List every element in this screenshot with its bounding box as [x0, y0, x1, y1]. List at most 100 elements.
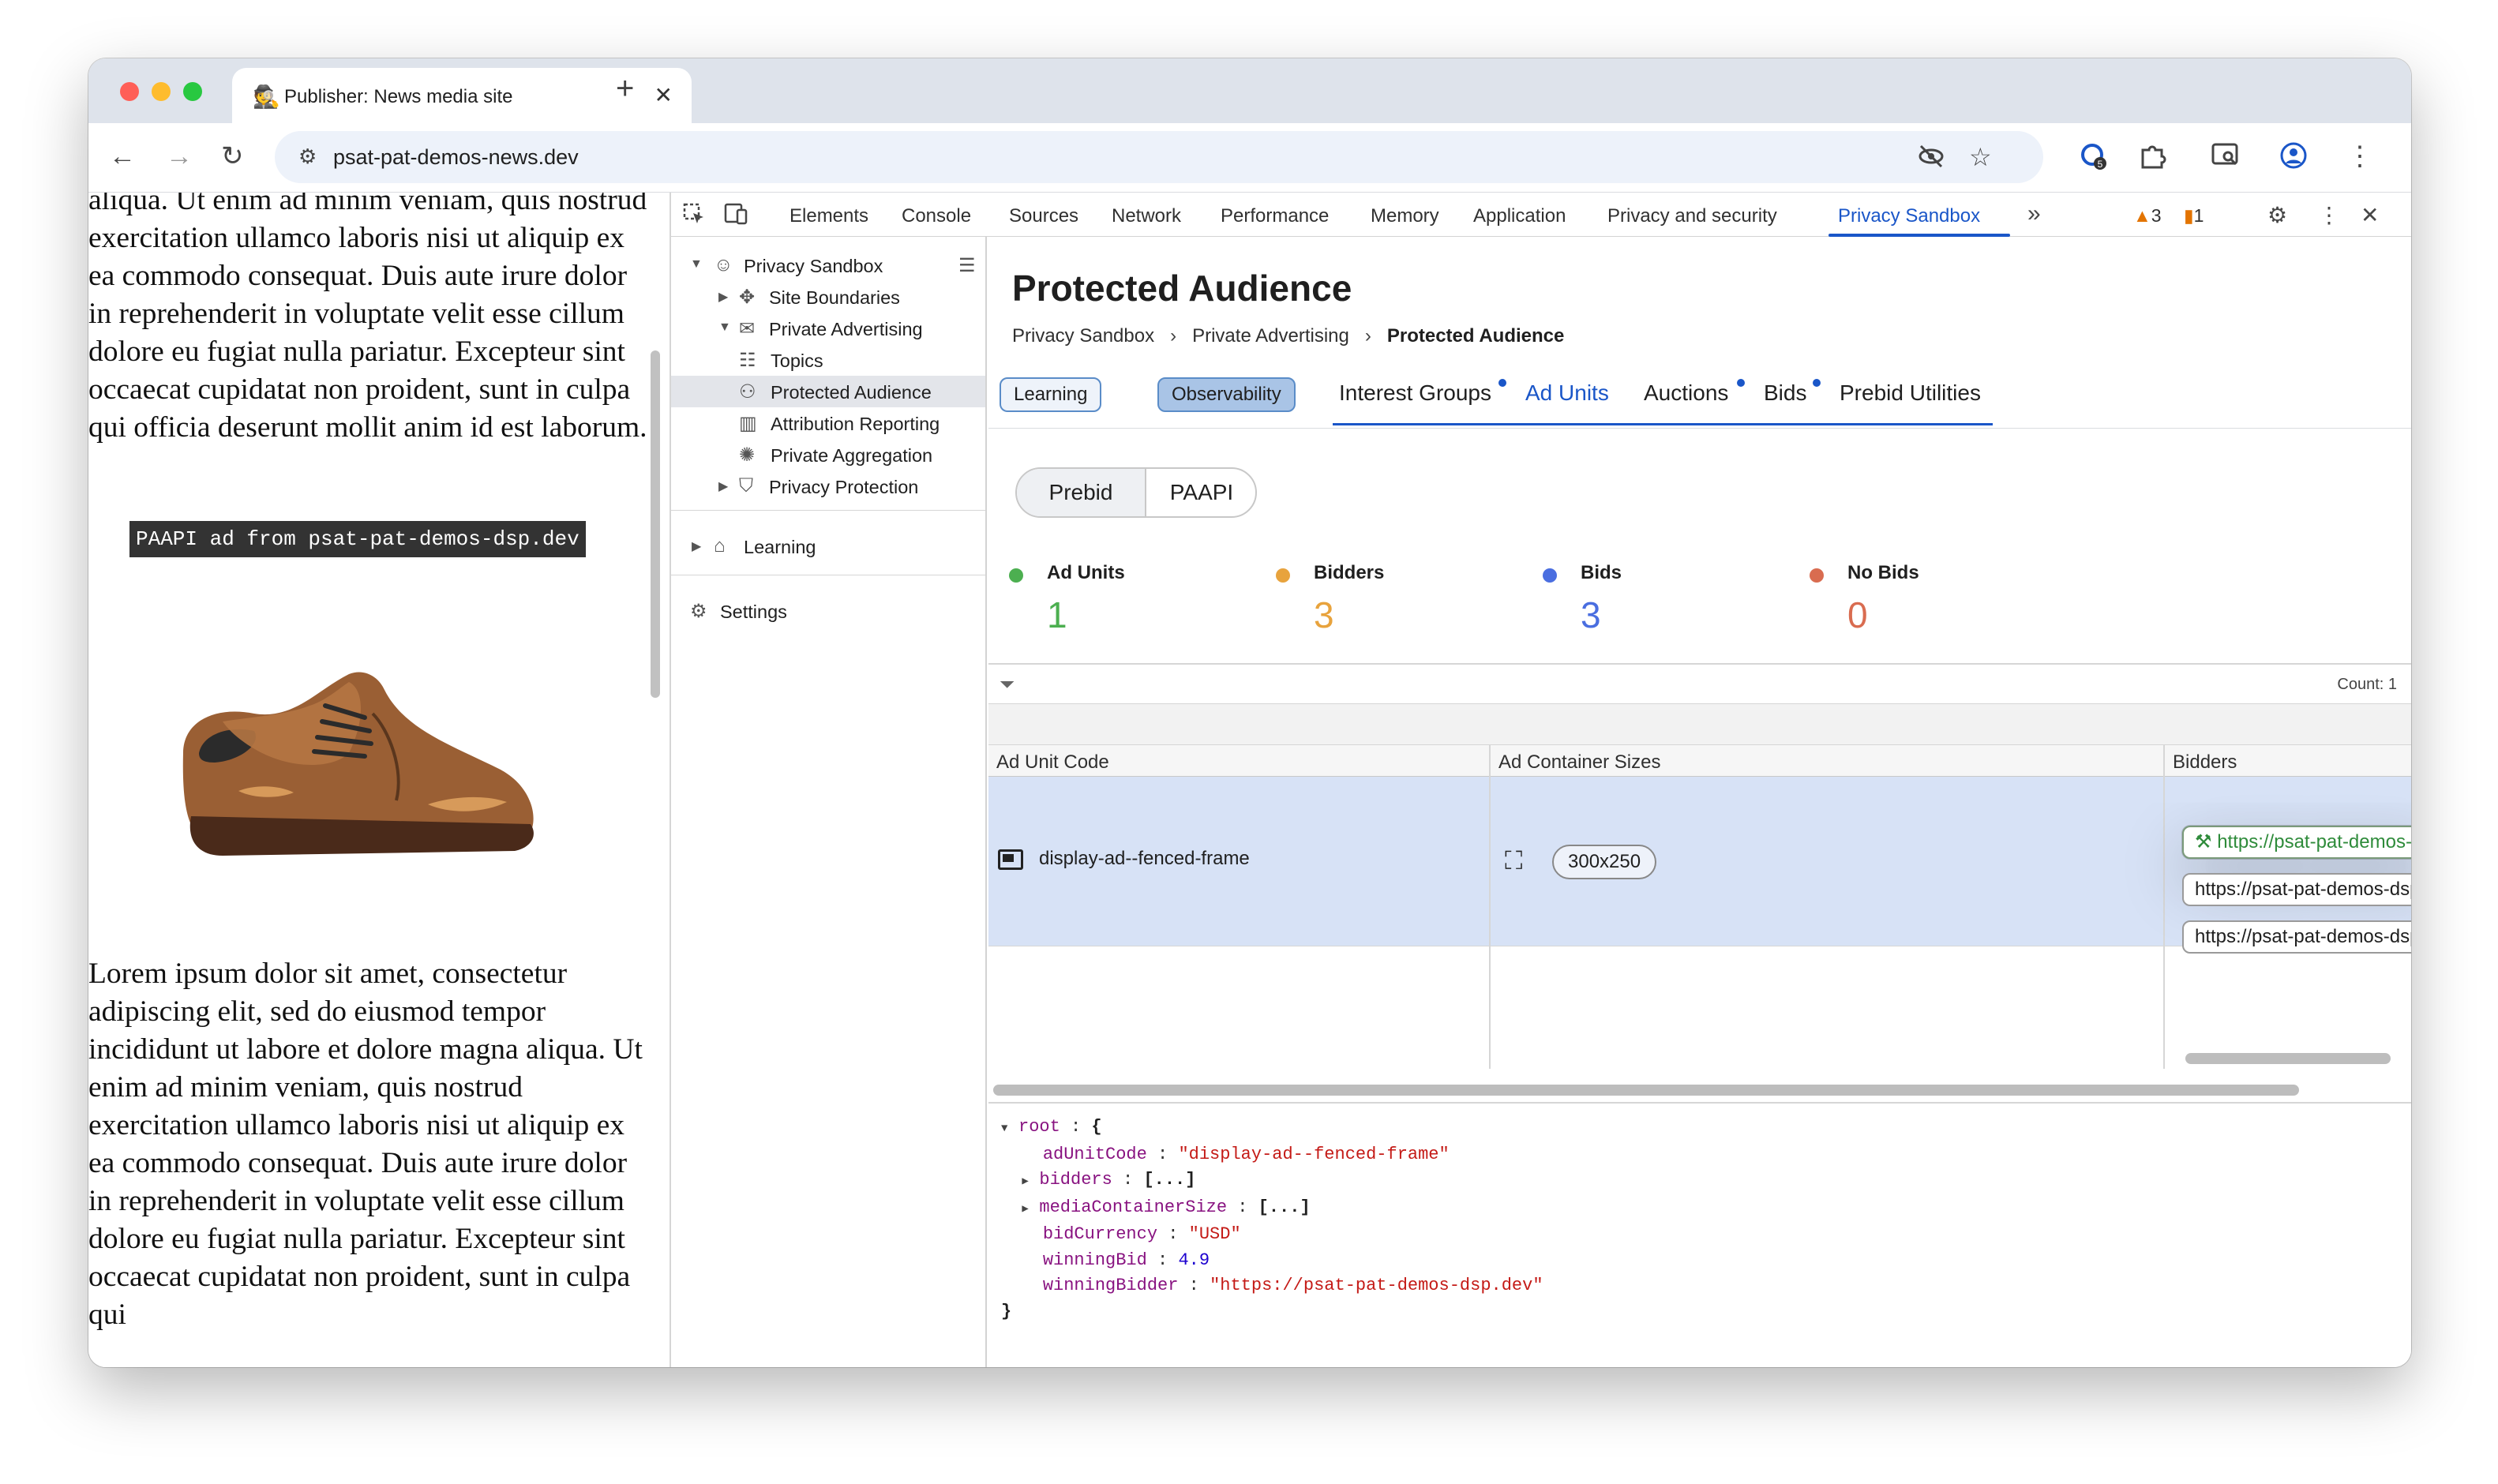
tab-sources[interactable]: Sources: [1009, 205, 1078, 227]
column-divider: [2163, 745, 2165, 1069]
json-value: 4.9: [1178, 1250, 1210, 1270]
bidders-scrollbar[interactable]: [2185, 1053, 2391, 1064]
aggregation-icon: ✺: [739, 444, 756, 466]
column-header[interactable]: Ad Container Sizes: [1498, 751, 1660, 774]
sidebar-item-label: Attribution Reporting: [771, 414, 940, 434]
site-info-icon[interactable]: ⚙: [298, 144, 317, 169]
size-badge: 300x250: [1552, 845, 1657, 879]
inspect-element-icon[interactable]: [682, 202, 706, 231]
tab-memory[interactable]: Memory: [1371, 205, 1439, 227]
detective-favicon-icon: 🕵: [253, 84, 280, 109]
devtools-panel: Elements Console Sources Network Perform…: [670, 193, 2411, 1367]
tab-application[interactable]: Application: [1473, 205, 1566, 227]
url-text[interactable]: psat-pat-demos-news.dev: [333, 145, 579, 170]
audience-people-icon: ⚇: [739, 381, 756, 403]
expand-triangle-icon[interactable]: ▼: [690, 257, 703, 272]
tab-ad-units[interactable]: Ad Units: [1525, 380, 1609, 406]
forward-icon[interactable]: →: [166, 141, 193, 172]
close-window-button[interactable]: [120, 82, 139, 101]
sidebar-item-topics[interactable]: ☷ Topics: [671, 344, 985, 376]
divider: [988, 428, 2411, 429]
table-horizontal-scrollbar[interactable]: [993, 1085, 2299, 1096]
tab-interest-groups[interactable]: Interest Groups: [1339, 380, 1491, 406]
settings-gear-icon: ⚙: [690, 601, 707, 622]
sidebar-item-attribution-reporting[interactable]: ▥ Attribution Reporting: [671, 407, 985, 439]
profile-avatar-icon[interactable]: [2279, 141, 2309, 178]
extension-badge-icon[interactable]: 5: [2078, 141, 2110, 179]
tab-search-icon[interactable]: [2211, 141, 2241, 176]
expand-triangle-icon[interactable]: ▼: [718, 320, 731, 335]
tab-privacy-sandbox[interactable]: Privacy Sandbox: [1838, 205, 1980, 227]
close-devtools-icon[interactable]: ✕: [2361, 202, 2379, 228]
tab-prebid-utilities[interactable]: Prebid Utilities: [1840, 380, 1981, 406]
sidebar-item-private-advertising[interactable]: ▼ ✉ Private Advertising: [671, 313, 985, 344]
column-header[interactable]: Bidders: [2173, 751, 2237, 774]
collapse-triangle-icon[interactable]: ▶: [1022, 1169, 1039, 1195]
back-icon[interactable]: ←: [109, 141, 136, 172]
sidebar-item-privacy-protection[interactable]: ▶ ⛉ Privacy Protection: [671, 470, 985, 502]
paapi-option[interactable]: PAAPI: [1146, 469, 1255, 516]
collapse-triangle-icon[interactable]: ▶: [718, 478, 728, 494]
filter-funnel-icon[interactable]: ⏷: [1000, 674, 1015, 696]
tab-console[interactable]: Console: [902, 205, 971, 227]
breadcrumb-item[interactable]: Privacy Sandbox: [1012, 325, 1154, 347]
collapse-triangle-icon[interactable]: ▶: [718, 289, 728, 305]
bookmark-star-icon[interactable]: ☆: [1969, 142, 1992, 172]
stat-value: 1: [1047, 594, 1067, 635]
collapse-triangle-icon[interactable]: ▶: [1022, 1197, 1039, 1223]
reload-icon[interactable]: ↻: [221, 141, 244, 172]
zoom-window-button[interactable]: [183, 82, 202, 101]
observability-toggle[interactable]: Observability: [1157, 377, 1296, 412]
json-line: bidCurrency : "USD": [1042, 1224, 1241, 1244]
address-bar[interactable]: ⚙ psat-pat-demos-news.dev ☆: [275, 131, 2043, 183]
bidder-chip[interactable]: https://psat-pat-demos-dsp-a.dev: [2182, 873, 2411, 906]
collapse-sidebar-icon[interactable]: ☰: [958, 254, 976, 277]
prebid-option[interactable]: Prebid: [1017, 469, 1146, 516]
fenced-frame-icon: [998, 849, 1023, 870]
status-dot: [1276, 568, 1290, 583]
sidebar-item-label: Topics: [771, 350, 823, 371]
tab-title: Publisher: News media site: [284, 86, 513, 107]
stat-label: Ad Units: [1047, 562, 1125, 583]
sidebar-item-learning[interactable]: ▶ ⌂ Learning: [671, 530, 985, 562]
column-header[interactable]: Ad Unit Code: [996, 751, 1109, 774]
learning-toggle[interactable]: Learning: [1000, 377, 1102, 412]
eye-off-icon[interactable]: [1917, 142, 1945, 177]
warnings-counter[interactable]: ▲3: [2133, 205, 2162, 227]
shoe-ad-image[interactable]: [167, 658, 546, 864]
expand-triangle-icon[interactable]: ▼: [1001, 1116, 1018, 1142]
json-line[interactable]: ▶ mediaContainerSize : [...]: [1001, 1195, 1543, 1223]
more-tabs-chevron-icon[interactable]: »: [2027, 200, 2041, 227]
extensions-puzzle-icon[interactable]: [2138, 141, 2166, 176]
sidebar-item-private-aggregation[interactable]: ✺ Private Aggregation: [671, 439, 985, 470]
sidebar-item-protected-audience[interactable]: ⚇ Protected Audience: [671, 376, 985, 407]
settings-gear-icon[interactable]: ⚙: [2267, 202, 2287, 228]
winning-bidder-chip[interactable]: ⚒ https://psat-pat-demos-dsp.dev: [2182, 826, 2411, 859]
sidebar-item-site-boundaries[interactable]: ▶ ✥ Site Boundaries: [671, 281, 985, 313]
tab-network[interactable]: Network: [1112, 205, 1181, 227]
update-dot: [1737, 379, 1745, 387]
issues-counter[interactable]: ▮1: [2184, 205, 2204, 227]
warnings-count: 3: [2151, 205, 2162, 226]
page-vertical-scrollbar[interactable]: [651, 350, 660, 698]
breadcrumb-item[interactable]: Private Advertising: [1192, 325, 1349, 347]
devtools-menu-icon[interactable]: ⋮: [2318, 202, 2340, 228]
json-viewer: ▼ root : { adUnitCode : "display-ad--fenc…: [1001, 1115, 1543, 1325]
tab-elements[interactable]: Elements: [790, 205, 868, 227]
json-key: adUnitCode: [1042, 1144, 1147, 1164]
tab-auctions[interactable]: Auctions: [1644, 380, 1728, 406]
browser-menu-icon[interactable]: ⋮: [2346, 141, 2373, 172]
tab-bids[interactable]: Bids: [1764, 380, 1806, 406]
tab-privacy-and-security[interactable]: Privacy and security: [1607, 205, 1777, 227]
sidebar-item-privacy-sandbox[interactable]: ▼ ☺ Privacy Sandbox ☰: [671, 249, 985, 281]
json-line[interactable]: ▶ bidders : [...]: [1001, 1167, 1543, 1195]
minimize-window-button[interactable]: [152, 82, 171, 101]
bidder-chip[interactable]: https://psat-pat-demos-dsp-b.dev: [2182, 920, 2411, 954]
new-tab-button[interactable]: +: [616, 71, 634, 107]
tab-performance[interactable]: Performance: [1221, 205, 1329, 227]
json-line[interactable]: ▼ root : {: [1001, 1115, 1543, 1142]
collapse-triangle-icon[interactable]: ▶: [692, 538, 701, 554]
sidebar-item-settings[interactable]: ⚙ Settings: [671, 595, 985, 627]
device-toolbar-icon[interactable]: [723, 202, 748, 231]
close-tab-icon[interactable]: ✕: [655, 82, 673, 108]
